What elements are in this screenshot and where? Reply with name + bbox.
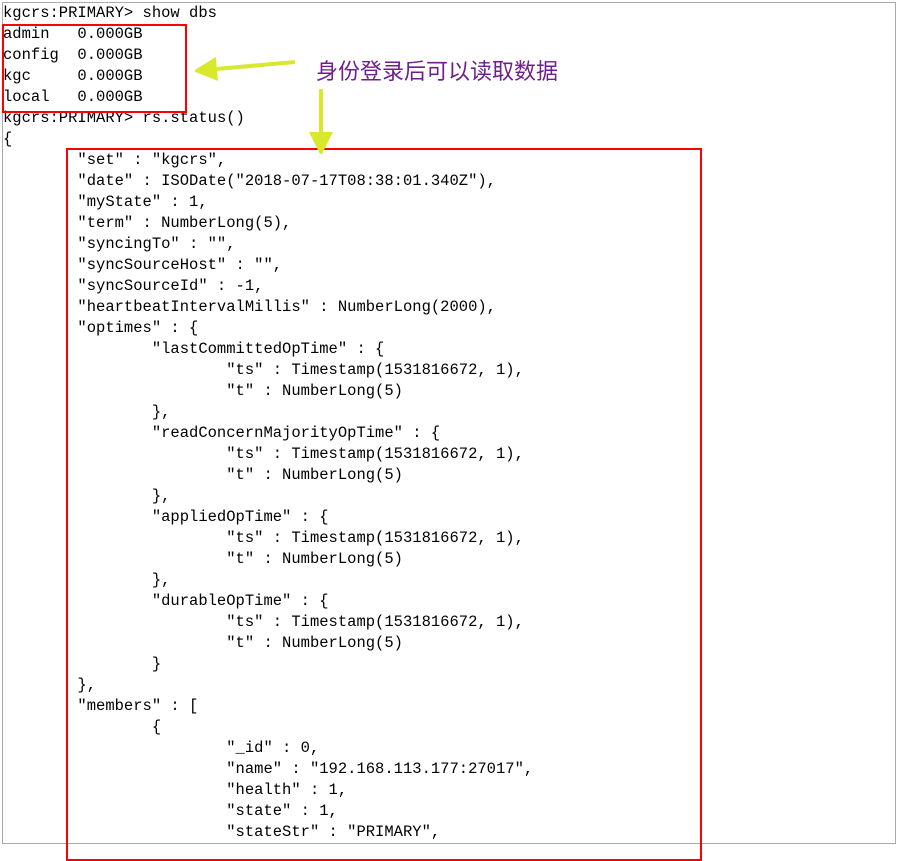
prompt-2: kgcrs:PRIMARY>	[3, 109, 143, 127]
prompt-1: kgcrs:PRIMARY>	[3, 4, 143, 22]
terminal-line-cmd1[interactable]: kgcrs:PRIMARY> show dbs	[3, 3, 895, 24]
command-1: show dbs	[143, 4, 217, 22]
db-output-line-3: local 0.000GB	[3, 87, 895, 108]
terminal-container: kgcrs:PRIMARY> show dbs admin 0.000GB co…	[2, 2, 896, 844]
db-output-line-1: config 0.000GB	[3, 45, 895, 66]
status-output: { "set" : "kgcrs", "date" : ISODate("201…	[3, 129, 895, 843]
db-output-line-2: kgc 0.000GB	[3, 66, 895, 87]
db-output-line-0: admin 0.000GB	[3, 24, 895, 45]
command-2: rs.status()	[143, 109, 245, 127]
terminal-line-cmd2[interactable]: kgcrs:PRIMARY> rs.status()	[3, 108, 895, 129]
